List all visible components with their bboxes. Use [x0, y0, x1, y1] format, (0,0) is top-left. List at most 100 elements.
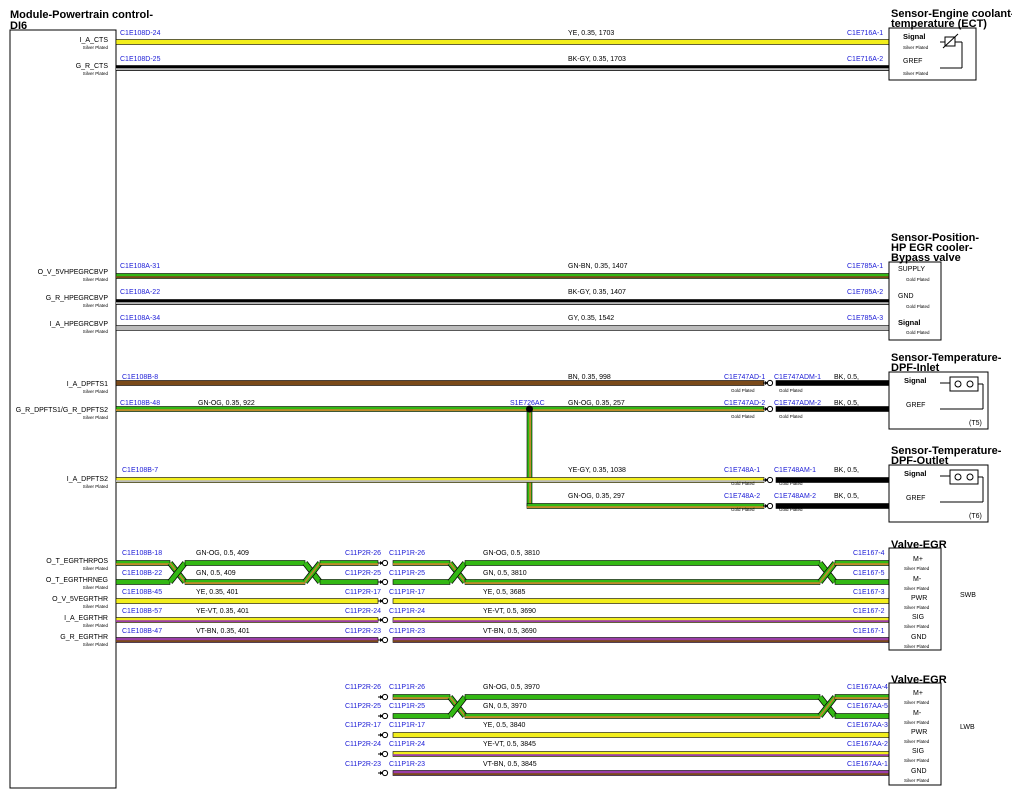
- connector-right[interactable]: C1E167-3: [853, 589, 885, 597]
- connector-mid[interactable]: C11P2R-23: [345, 761, 381, 769]
- connector-right[interactable]: C1E167AA-1: [847, 761, 888, 769]
- signal-g-r-dpfts: G_R_DPFTS1/G_R_DPFTS2: [15, 407, 108, 414]
- module-title-line2: DI6: [10, 20, 28, 32]
- splice-label[interactable]: S1E726AC: [510, 400, 545, 408]
- connector-plating: Gold Plated: [731, 388, 755, 393]
- wire-tracer: [393, 773, 889, 775]
- connector-mid[interactable]: C11P2R-25: [345, 570, 381, 578]
- connector-mid[interactable]: C11P1R-26: [389, 550, 425, 558]
- connector-mid[interactable]: C1E748A-2: [724, 493, 760, 501]
- connector-left[interactable]: C1E108B-48: [120, 400, 160, 408]
- connector-mid[interactable]: C11P2R-24: [345, 608, 381, 616]
- wire: [834, 713, 890, 719]
- signal-plating: Silver Plated: [82, 71, 108, 76]
- connector-mid[interactable]: C11P1R-17: [389, 589, 425, 597]
- wire-tracer: [116, 409, 764, 411]
- wire: [392, 579, 451, 585]
- signal-plating: Silver Plated: [82, 585, 108, 590]
- wire-tracer: [393, 563, 450, 565]
- connector-plating: Gold Plated: [779, 388, 803, 393]
- pin-gnd: GND: [911, 634, 927, 641]
- dpf-sensor-terminal-icon: [966, 380, 974, 388]
- connector-right[interactable]: C1E167-1: [853, 628, 885, 636]
- connector-left[interactable]: C1E108B-57: [122, 608, 162, 616]
- pin-circle-icon: [381, 559, 389, 567]
- wire-tracer: [527, 506, 764, 508]
- connector-left[interactable]: C1E108A-31: [120, 263, 160, 271]
- pin-pwr: PWR: [911, 729, 928, 736]
- wire-spec: BK-GY, 0.35, 1703: [568, 56, 626, 63]
- connector-mid[interactable]: C1E747AD-1: [724, 374, 765, 382]
- connector-mid[interactable]: C11P2R-24: [345, 741, 381, 749]
- connector-right[interactable]: C1E785A-2: [847, 289, 883, 297]
- connector-right[interactable]: C1E167AA-4: [847, 684, 888, 692]
- connector-left[interactable]: C1E108B-7: [122, 467, 158, 475]
- signal-plating: Silver Plated: [82, 415, 108, 420]
- wire: [392, 732, 890, 738]
- connector-mid[interactable]: C11P1R-23: [389, 628, 425, 636]
- connector-mid[interactable]: C11P2R-17: [345, 589, 381, 597]
- connector-right[interactable]: C1E167-5: [853, 570, 885, 578]
- connector-mid[interactable]: C1E747ADM-1: [774, 374, 821, 382]
- dpf-inlet-title-line2: DPF-Inlet: [891, 362, 940, 374]
- pin-plating: Gold Plated: [906, 277, 930, 282]
- connector-left[interactable]: C1E108B-47: [122, 628, 162, 636]
- connector-right[interactable]: C1E716A-1: [847, 30, 883, 38]
- connector-mid[interactable]: C11P2R-26: [345, 550, 381, 558]
- pin-circle-icon: [381, 636, 389, 644]
- pin-plating: Gold Plated: [906, 330, 930, 335]
- connector-left[interactable]: C1E108A-34: [120, 315, 160, 323]
- dpf-outlet-title-line2: DPF-Outlet: [891, 455, 949, 467]
- bypass-title-line3: Bypass valve: [891, 252, 961, 264]
- connector-left[interactable]: C1E108B-18: [122, 550, 162, 558]
- pin-m-plus: M+: [913, 690, 923, 697]
- wire-spec: YE-GY, 0.35, 1038: [568, 467, 626, 474]
- signal-plating: Silver Plated: [82, 45, 108, 50]
- pin-circle-icon: [381, 597, 389, 605]
- connector-mid[interactable]: C11P2R-23: [345, 628, 381, 636]
- pin-gref: GREF: [906, 495, 926, 502]
- connector-mid[interactable]: C11P1R-26: [389, 684, 425, 692]
- connector-mid[interactable]: C11P2R-17: [345, 722, 381, 730]
- connector-right[interactable]: C1E716A-2: [847, 56, 883, 64]
- connector-left[interactable]: C1E108B-22: [122, 570, 162, 578]
- connector-right[interactable]: C1E785A-3: [847, 315, 883, 323]
- pin-circle-icon: [766, 502, 774, 510]
- connector-left[interactable]: C1E108B-45: [122, 589, 162, 597]
- signal-plating: Silver Plated: [82, 277, 108, 282]
- pin-m-minus: M-: [913, 710, 922, 717]
- connector-mid[interactable]: C11P1R-24: [389, 741, 425, 749]
- connector-mid[interactable]: C1E748A-1: [724, 467, 760, 475]
- connector-mid[interactable]: C1E748AM-2: [774, 493, 816, 501]
- wire-tracer: [465, 582, 820, 584]
- signal-plating: Silver Plated: [82, 303, 108, 308]
- wire-tracer: [116, 563, 170, 565]
- connector-left[interactable]: C1E108D-24: [120, 30, 160, 38]
- connector-mid[interactable]: C11P1R-25: [389, 703, 425, 711]
- connector-right[interactable]: C1E167AA-2: [847, 741, 888, 749]
- connector-mid[interactable]: C1E748AM-1: [774, 467, 816, 475]
- connector-mid[interactable]: C11P1R-24: [389, 608, 425, 616]
- connector-mid[interactable]: C11P1R-25: [389, 570, 425, 578]
- connector-right[interactable]: C1E167-4: [853, 550, 885, 558]
- wire-spec: GN-OG, 0.5, 3810: [483, 550, 540, 557]
- connector-mid[interactable]: C11P1R-17: [389, 722, 425, 730]
- pin-circle-icon: [381, 769, 389, 777]
- connector-right[interactable]: C1E167-2: [853, 608, 885, 616]
- connector-mid[interactable]: C11P1R-23: [389, 761, 425, 769]
- connector-left[interactable]: C1E108B-8: [122, 374, 158, 382]
- connector-right[interactable]: C1E167AA-5: [847, 703, 888, 711]
- connector-left[interactable]: C1E108D-25: [120, 56, 160, 64]
- connector-mid[interactable]: C1E747AD-2: [724, 400, 765, 408]
- pin-signal: Signal: [904, 469, 927, 478]
- wire-tracer: [393, 754, 889, 756]
- connector-right[interactable]: C1E167AA-3: [847, 722, 888, 730]
- connector-right[interactable]: C1E785A-1: [847, 263, 883, 271]
- connector-mid[interactable]: C11P2R-25: [345, 703, 381, 711]
- connector-plating: Gold Plated: [779, 481, 803, 486]
- connector-left[interactable]: C1E108A-22: [120, 289, 160, 297]
- pin-circle-icon: [766, 405, 774, 413]
- signal-plating: Silver Plated: [82, 566, 108, 571]
- connector-mid[interactable]: C11P2R-26: [345, 684, 381, 692]
- connector-mid[interactable]: C1E747ADM-2: [774, 400, 821, 408]
